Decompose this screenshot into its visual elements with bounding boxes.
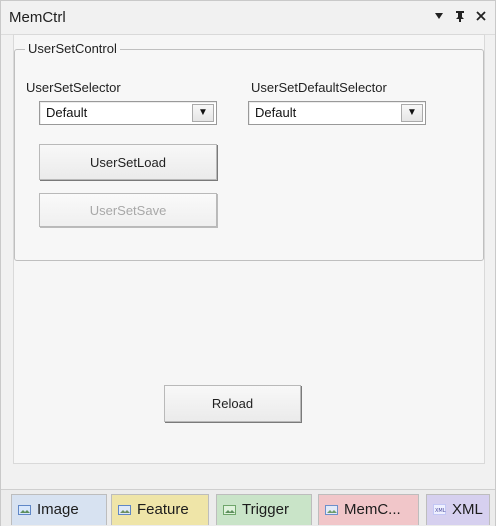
memctrl-window: MemCtrl UserSetControl UserSetSelector U… bbox=[0, 0, 496, 526]
window-titlebar: MemCtrl bbox=[1, 1, 495, 35]
user-set-default-selector-label: UserSetDefaultSelector bbox=[251, 80, 387, 95]
tab-memctrl[interactable]: MemC... bbox=[318, 494, 419, 525]
reload-button[interactable]: Reload bbox=[164, 385, 301, 422]
image-icon bbox=[17, 502, 33, 518]
group-title: UserSetControl bbox=[25, 41, 120, 57]
trigger-icon bbox=[222, 502, 238, 518]
dock-icon[interactable] bbox=[452, 7, 468, 25]
tab-xml-label: XML bbox=[452, 501, 483, 518]
tab-xml[interactable]: XML XML bbox=[426, 494, 490, 525]
xml-icon: XML bbox=[432, 502, 448, 518]
chevron-down-icon[interactable]: ▼ bbox=[192, 104, 214, 122]
chevron-down-icon[interactable]: ▼ bbox=[401, 104, 423, 122]
user-set-default-selector-value: Default bbox=[255, 105, 297, 120]
svg-text:XML: XML bbox=[435, 508, 446, 514]
close-icon[interactable] bbox=[473, 7, 489, 25]
tab-feature[interactable]: Feature bbox=[111, 494, 209, 525]
tab-image-label: Image bbox=[37, 501, 79, 518]
window-title: MemCtrl bbox=[9, 9, 66, 26]
feature-icon bbox=[117, 502, 133, 518]
user-set-default-selector-dropdown[interactable]: Default ▼ bbox=[248, 101, 426, 125]
user-set-selector-label: UserSetSelector bbox=[26, 80, 121, 95]
tab-feature-label: Feature bbox=[137, 501, 189, 518]
user-set-save-button[interactable]: UserSetSave bbox=[39, 193, 217, 227]
user-set-selector-value: Default bbox=[46, 105, 88, 120]
tab-trigger[interactable]: Trigger bbox=[216, 494, 312, 525]
memctrl-icon bbox=[324, 502, 340, 518]
user-set-selector-dropdown[interactable]: Default ▼ bbox=[39, 101, 217, 125]
tab-memctrl-label: MemC... bbox=[344, 501, 401, 518]
tab-image[interactable]: Image bbox=[11, 494, 107, 525]
pin-icon[interactable] bbox=[431, 7, 447, 25]
bottom-tabs: Image Feature Trigger MemC... XML XML bbox=[1, 489, 495, 526]
tab-trigger-label: Trigger bbox=[242, 501, 289, 518]
user-set-load-button[interactable]: UserSetLoad bbox=[39, 144, 217, 180]
